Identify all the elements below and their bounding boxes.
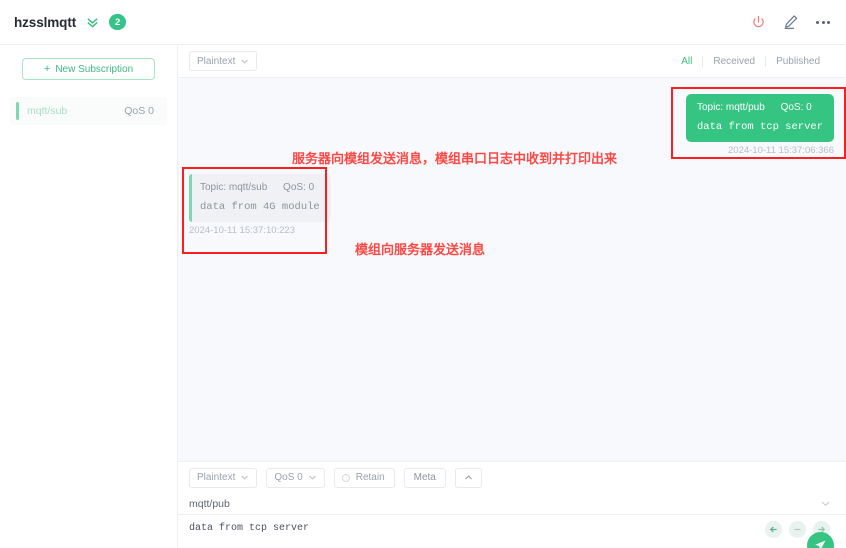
subscription-topic: mqtt/sub [27, 105, 68, 117]
message-format-label: Plaintext [197, 55, 236, 67]
double-chevron-down-icon[interactable] [85, 15, 100, 30]
message-time-received: 2024-10-11 15:37:10:223 [189, 225, 295, 236]
message-filter-group: All Received Published [671, 55, 830, 67]
message-item-received: Topic: mqtt/sub QoS: 0 data from 4G modu… [189, 174, 331, 236]
more-horizontal-icon[interactable] [816, 20, 830, 24]
message-qos-received: QoS: 0 [283, 182, 315, 193]
minus-icon [794, 528, 801, 531]
message-payload-published: data from tcp server [696, 121, 823, 133]
chevron-down-icon [241, 475, 249, 480]
filter-published[interactable]: Published [766, 56, 830, 67]
pencil-icon[interactable] [783, 14, 799, 30]
chevron-down-icon [309, 475, 316, 480]
title-bar-left: hzsslmqtt 2 [14, 14, 127, 30]
message-header-published: Topic: mqtt/pub QoS: 0 [697, 102, 823, 113]
title-bar-right [751, 14, 830, 30]
message-format-select[interactable]: Plaintext [189, 51, 258, 71]
publish-toolbar: Plaintext QoS 0 Retain Meta [178, 462, 846, 493]
collapse-publish-button[interactable] [454, 467, 482, 488]
retain-label: Retain [355, 472, 385, 483]
new-subscription-label: New Subscription [55, 63, 134, 75]
publish-qos-label: QoS 0 [274, 472, 303, 483]
filter-all[interactable]: All [671, 56, 702, 67]
retain-toggle[interactable]: Retain [333, 467, 395, 488]
arrow-left-icon [770, 526, 777, 533]
subscription-list-item[interactable]: mqtt/sub QoS 0 [10, 97, 167, 125]
subscription-color-bar [16, 102, 19, 120]
filter-received[interactable]: Received [703, 56, 765, 67]
connection-count-badge: 2 [109, 14, 127, 30]
title-bar: hzsslmqtt 2 [0, 0, 846, 45]
message-list[interactable]: Topic: mqtt/pub QoS: 0 data from tcp ser… [178, 78, 846, 461]
meta-button[interactable]: Meta [403, 467, 446, 488]
message-color-bar [189, 174, 192, 222]
plus-icon: + [43, 62, 51, 75]
publish-topic-row[interactable] [178, 493, 846, 515]
main-panel: Plaintext All Received Published Topic: … [178, 45, 846, 548]
message-qos-published: QoS: 0 [780, 102, 812, 113]
publish-format-label: Plaintext [197, 472, 236, 483]
chevron-down-icon [241, 59, 249, 63]
chevron-up-icon [465, 475, 472, 480]
message-bubble-published: Topic: mqtt/pub QoS: 0 data from tcp ser… [685, 94, 834, 142]
connection-name: hzsslmqtt [14, 14, 77, 30]
message-topic-received: Topic: mqtt/sub [200, 182, 268, 193]
power-icon[interactable] [751, 15, 766, 30]
chevron-down-icon [821, 501, 830, 506]
message-item-published: Topic: mqtt/pub QoS: 0 data from tcp ser… [685, 94, 834, 156]
annotation-server-to-module: 服务器向模组发送消息，模组串口日志中收到并打印出来 [292, 151, 618, 166]
payload-clear-button[interactable] [789, 521, 806, 538]
subscriptions-sidebar: + New Subscription mqtt/sub QoS 0 [0, 45, 178, 548]
mqttx-window: hzsslmqtt 2 + New Subscription mqtt/sub … [0, 0, 846, 548]
message-header-received: Topic: mqtt/sub QoS: 0 [200, 182, 320, 193]
subscription-qos: QoS 0 [124, 105, 154, 117]
message-payload-received: data from 4G module [200, 201, 320, 213]
messages-toolbar: Plaintext All Received Published [178, 45, 846, 78]
radio-icon [341, 473, 350, 482]
publish-area: Plaintext QoS 0 Retain Meta mqtt/pub dat… [178, 461, 846, 548]
publish-payload-row[interactable]: data from tcp server [178, 515, 846, 548]
new-subscription-button[interactable]: + New Subscription [22, 58, 155, 80]
message-topic-published: Topic: mqtt/pub [696, 102, 765, 113]
publish-topic-input[interactable] [189, 497, 821, 510]
meta-label: Meta [413, 472, 436, 483]
publish-format-select[interactable]: Plaintext [189, 467, 258, 488]
send-plane-icon [815, 540, 826, 548]
message-bubble-received: Topic: mqtt/sub QoS: 0 data from 4G modu… [189, 174, 331, 222]
payload-history-back-button[interactable] [765, 521, 782, 538]
annotation-module-to-server: 模组向服务器发送消息 [355, 242, 486, 257]
message-time-published: 2024-10-11 15:37:06:366 [728, 145, 834, 156]
publish-payload-input[interactable]: data from tcp server [189, 521, 765, 537]
publish-qos-select[interactable]: QoS 0 [266, 467, 325, 488]
